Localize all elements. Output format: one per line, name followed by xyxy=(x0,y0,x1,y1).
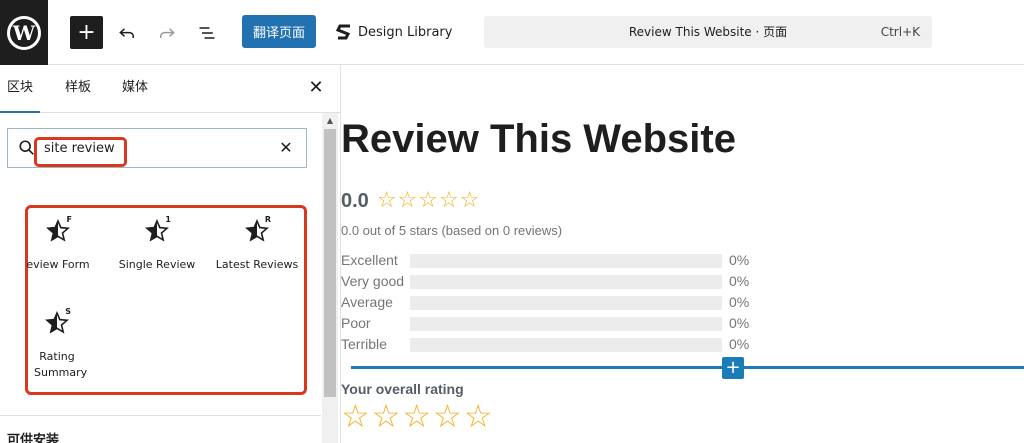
block-inserter-button[interactable]: + xyxy=(70,16,103,49)
editor-header: W + 翻译页面 Design Library Review This Webs… xyxy=(0,0,1024,65)
block-badge: R xyxy=(264,215,271,224)
design-library-button[interactable]: Design Library xyxy=(336,16,452,49)
block-latest-reviews[interactable]: R Latest Reviews xyxy=(207,215,307,273)
redo-button[interactable] xyxy=(150,16,183,49)
distribution-row: Poor 0% xyxy=(341,314,761,335)
editor-canvas: Review This Website 0.0 ☆ ☆ ☆ ☆ ☆ 0.0 ou… xyxy=(341,65,1024,443)
distribution-percent: 0% xyxy=(729,315,750,331)
tab-blocks[interactable]: 区块 xyxy=(0,65,41,113)
overall-rating-stars[interactable]: ☆ ☆ ☆ ☆ ☆ xyxy=(341,399,492,433)
distribution-label: Terrible xyxy=(341,336,387,352)
block-label: Single Review xyxy=(118,258,196,271)
star-block-icon: R xyxy=(243,215,271,247)
document-title: Review This Website · 页面 xyxy=(628,25,788,39)
star-rating-icon[interactable]: ☆ xyxy=(433,399,462,433)
section-divider xyxy=(0,415,321,416)
average-rating-row: 0.0 ☆ ☆ ☆ ☆ ☆ xyxy=(341,187,479,215)
distribution-row: Terrible 0% xyxy=(341,335,761,356)
command-palette-bar[interactable]: Review This Website · 页面 Ctrl+K xyxy=(484,16,932,48)
overall-rating-label: Your overall rating xyxy=(341,381,464,397)
rating-distribution: Excellent 0% Very good 0% Average 0% Poo… xyxy=(341,251,761,356)
wordpress-icon: W xyxy=(7,15,41,50)
star-outline-icon: ☆ xyxy=(376,188,397,213)
block-label: Rating Summary xyxy=(34,350,88,379)
star-rating-icon[interactable]: ☆ xyxy=(464,399,493,433)
close-inserter-button[interactable]: ✕ xyxy=(306,78,326,98)
block-badge: F xyxy=(66,215,72,224)
average-rating-value: 0.0 xyxy=(341,189,369,212)
distribution-label: Average xyxy=(341,294,393,310)
block-badge: S xyxy=(65,307,71,316)
available-to-install-heading: 可供安装 xyxy=(7,433,60,443)
star-block-icon: F xyxy=(44,215,72,247)
tab-media[interactable]: 媒体 xyxy=(122,65,148,113)
distribution-row: Very good 0% xyxy=(341,272,761,293)
distribution-row: Excellent 0% xyxy=(341,251,761,272)
star-outline-icon: ☆ xyxy=(439,188,459,213)
design-library-label: Design Library xyxy=(358,25,453,40)
distribution-bar xyxy=(410,254,722,268)
distribution-label: Very good xyxy=(341,273,405,289)
block-label: eview Form xyxy=(26,258,90,271)
distribution-bar xyxy=(410,317,722,331)
translate-page-button[interactable]: 翻译页面 xyxy=(242,15,316,48)
block-single-review[interactable]: 1 Single Review xyxy=(107,215,207,273)
undo-button[interactable] xyxy=(110,16,143,49)
distribution-label: Excellent xyxy=(341,252,398,268)
undo-icon xyxy=(118,27,134,38)
search-highlight-box xyxy=(34,137,127,167)
star-outline-icon: ☆ xyxy=(418,188,439,213)
distribution-percent: 0% xyxy=(729,252,750,268)
distribution-bar xyxy=(410,275,722,289)
star-outline-icon: ☆ xyxy=(459,188,480,213)
star-rating-icon[interactable]: ☆ xyxy=(402,399,431,433)
block-badge: 1 xyxy=(165,215,171,224)
distribution-bar xyxy=(410,338,722,352)
star-block-icon: 1 xyxy=(143,215,171,247)
wordpress-logo[interactable]: W xyxy=(0,0,48,65)
scroll-up-arrow-icon[interactable]: ▲ xyxy=(322,115,338,127)
add-block-button[interactable]: + xyxy=(722,357,744,379)
distribution-percent: 0% xyxy=(729,273,750,289)
distribution-label: Poor xyxy=(341,315,371,331)
tab-patterns[interactable]: 样板 xyxy=(65,65,91,113)
star-rating-icon[interactable]: ☆ xyxy=(372,399,401,433)
list-view-icon xyxy=(199,26,214,39)
distribution-row: Average 0% xyxy=(341,293,761,314)
block-appender-line xyxy=(351,366,1024,369)
star-outline-icon: ☆ xyxy=(397,188,418,213)
inserter-sidebar: 区块 样板 媒体 ✕ site review ✕ F eview Form 1 … xyxy=(0,65,341,443)
scrollbar-thumb[interactable] xyxy=(324,129,336,397)
distribution-percent: 0% xyxy=(729,294,750,310)
clear-search-button[interactable]: ✕ xyxy=(276,138,296,158)
redo-icon xyxy=(159,27,175,38)
command-shortcut: Ctrl+K xyxy=(880,25,920,39)
distribution-bar xyxy=(410,296,722,310)
block-rating-summary[interactable]: S Rating Summary xyxy=(14,307,100,381)
rating-summary-text: 0.0 out of 5 stars (based on 0 reviews) xyxy=(341,223,563,238)
document-overview-button[interactable] xyxy=(190,16,223,49)
page-title[interactable]: Review This Website xyxy=(341,117,736,162)
block-review-form[interactable]: F eview Form xyxy=(8,215,108,273)
stackable-logo-icon xyxy=(336,24,351,39)
average-rating-stars: ☆ ☆ ☆ ☆ ☆ xyxy=(377,190,480,212)
inserter-tabs: 区块 样板 媒体 ✕ xyxy=(0,65,340,113)
star-block-icon: S xyxy=(43,307,71,339)
block-label: Latest Reviews xyxy=(215,258,299,271)
distribution-percent: 0% xyxy=(729,336,750,352)
star-rating-icon[interactable]: ☆ xyxy=(341,399,370,433)
